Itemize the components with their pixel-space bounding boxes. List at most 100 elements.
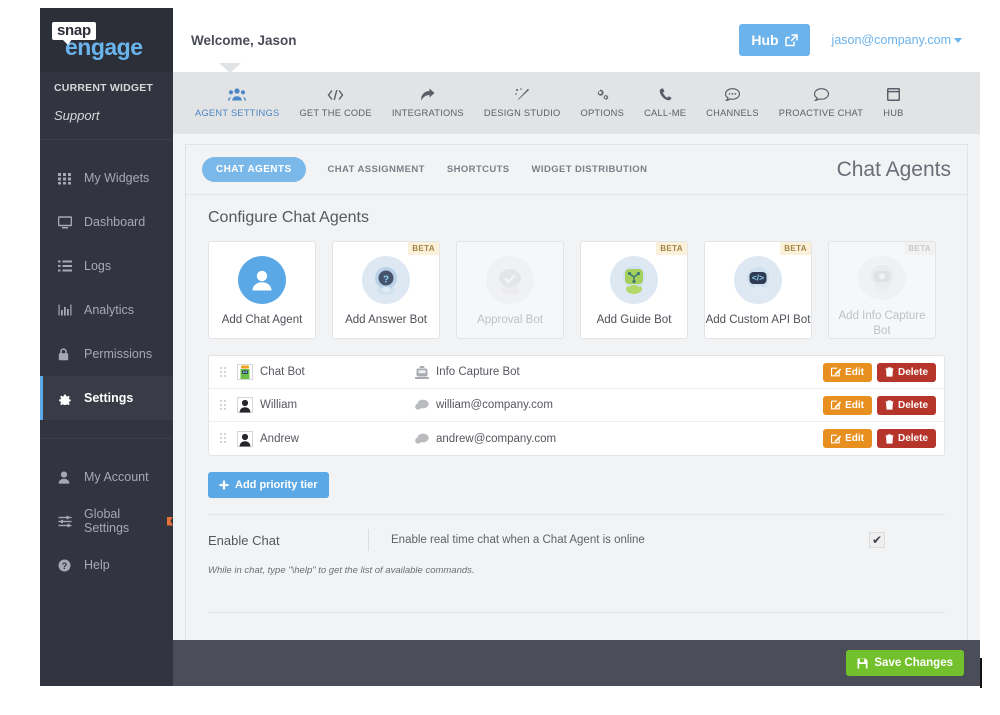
sidebar-item-label: Analytics	[84, 303, 135, 317]
delete-button[interactable]: Delete	[876, 395, 936, 415]
agent-list: Chat Bot Info Capture Bot Edit Delete Wi…	[208, 355, 945, 456]
user-icon	[58, 471, 78, 484]
code-icon	[327, 89, 344, 101]
sidebar-item-label: Global Settings	[84, 507, 130, 535]
question-circle-icon: ?	[58, 559, 78, 572]
sidebar-item-dashboard[interactable]: Dashboard	[40, 200, 173, 244]
enable-chat-row: Enable Chat Enable real time chat when a…	[208, 515, 945, 565]
agent-contact-text: andrew@company.com	[436, 432, 557, 445]
edit-button[interactable]: Edit	[823, 429, 872, 448]
trash-icon	[885, 367, 894, 377]
tab-get-the-code[interactable]: GET THE CODE	[289, 89, 381, 118]
table-row[interactable]: Andrew andrew@company.com Edit Delete	[209, 422, 944, 455]
tab-design-studio[interactable]: DESIGN STUDIO	[474, 88, 571, 118]
svg-text:</>: </>	[752, 273, 764, 283]
tab-options[interactable]: OPTIONS	[571, 88, 635, 118]
add-priority-tier-button[interactable]: Add priority tier	[208, 472, 329, 498]
sidebar-item-analytics[interactable]: Analytics	[40, 288, 173, 332]
tab-proactive-chat[interactable]: PROACTIVE CHAT	[769, 88, 873, 118]
sidebar-item-settings[interactable]: Settings	[40, 376, 173, 420]
sliders-icon	[58, 515, 78, 528]
drag-handle-icon[interactable]	[219, 432, 228, 445]
robot-small-icon	[415, 365, 429, 379]
card-add-custom-api-bot[interactable]: BETA </> Add Custom API Bot	[704, 241, 812, 339]
sidebar-item-my-widgets[interactable]: My Widgets	[40, 156, 173, 200]
sidebar: snap engage CURRENT WIDGET Support My Wi…	[40, 8, 173, 686]
table-row[interactable]: Chat Bot Info Capture Bot Edit Delete	[209, 356, 944, 389]
drag-handle-icon[interactable]	[219, 398, 228, 412]
sidebar-item-permissions[interactable]: Permissions	[40, 332, 173, 376]
beta-badge: BETA	[780, 242, 811, 255]
phone-icon	[659, 88, 672, 101]
robot-avatar-icon	[236, 364, 253, 381]
current-widget-block: CURRENT WIDGET Support	[40, 72, 173, 140]
main-area: Welcome, Jason Hub jason@company.com AGE…	[173, 8, 980, 686]
enable-chat-checkbox[interactable]: ✔	[869, 532, 885, 548]
beta-badge: BETA	[408, 242, 439, 255]
user-menu[interactable]: jason@company.com	[832, 33, 962, 47]
agent-name: Chat Bot	[260, 366, 305, 378]
tab-label: PROACTIVE CHAT	[778, 108, 864, 118]
edit-pencil-icon	[831, 367, 842, 377]
trash-icon	[885, 400, 894, 410]
subtab-shortcuts[interactable]: SHORTCUTS	[447, 164, 510, 175]
card-label: Approval Bot	[477, 314, 543, 326]
card-add-chat-agent[interactable]: Add Chat Agent	[208, 241, 316, 339]
sidebar-item-label: Dashboard	[84, 215, 146, 229]
sidebar-item-logs[interactable]: Logs	[40, 244, 173, 288]
share-arrow-icon	[420, 88, 435, 101]
card-label: Add Answer Bot	[345, 314, 427, 326]
tab-label: AGENT SETTINGS	[195, 108, 280, 118]
text-cursor	[980, 658, 982, 688]
agent-contact-text: Info Capture Bot	[436, 366, 520, 378]
svg-text:?: ?	[383, 275, 389, 286]
card-add-answer-bot[interactable]: BETA ? Add Answer Bot	[332, 241, 440, 339]
sidebar-item-label: My Account	[84, 470, 149, 484]
enable-chat-label: Enable Chat	[208, 532, 280, 548]
answer-bot-icon: ?	[362, 256, 410, 304]
hub-button[interactable]: Hub	[739, 24, 810, 56]
agent-name: William	[260, 399, 298, 411]
edit-button[interactable]: Edit	[823, 395, 872, 415]
sidebar-item-help[interactable]: ? Help	[40, 543, 173, 587]
logo-snap-text: snap	[52, 21, 96, 45]
current-widget-name[interactable]: Support	[54, 108, 173, 123]
sidebar-item-global-settings[interactable]: Global Settings	[40, 499, 173, 543]
drag-handle-icon[interactable]	[219, 365, 228, 379]
lock-icon	[58, 347, 78, 361]
save-changes-button[interactable]: Save Changes	[846, 650, 964, 676]
app-window: snap engage CURRENT WIDGET Support My Wi…	[40, 8, 980, 686]
sidebar-item-label: Settings	[84, 391, 134, 405]
brand-logo[interactable]: snap engage	[40, 8, 173, 72]
external-link-icon	[784, 33, 798, 47]
guide-bot-icon	[610, 256, 658, 304]
tab-channels[interactable]: CHANNELS	[696, 88, 769, 118]
row-actions: Edit Delete	[823, 362, 936, 382]
beta-badge: BETA	[656, 242, 687, 255]
subtab-chat-assignment[interactable]: CHAT ASSIGNMENT	[328, 164, 425, 175]
custom-api-bot-icon: </>	[734, 256, 782, 304]
tab-agent-settings[interactable]: AGENT SETTINGS	[185, 88, 289, 118]
row-actions: Edit Delete	[823, 395, 936, 415]
chat-bubble-icon	[415, 433, 429, 445]
hub-button-label: Hub	[751, 32, 779, 48]
sidebar-item-my-account[interactable]: My Account	[40, 455, 173, 499]
sidebar-footer-cap	[40, 640, 173, 686]
card-add-guide-bot[interactable]: BETA Add Guide Bot	[580, 241, 688, 339]
tab-call-me[interactable]: CALL-ME	[634, 88, 696, 118]
delete-button[interactable]: Delete	[876, 429, 936, 448]
tab-integrations[interactable]: INTEGRATIONS	[382, 88, 474, 118]
subtab-widget-distribution[interactable]: WIDGET DISTRIBUTION	[532, 164, 648, 175]
delete-button[interactable]: Delete	[876, 362, 936, 382]
tab-label: HUB	[883, 108, 904, 118]
subtab-chat-agents[interactable]: CHAT AGENTS	[202, 157, 306, 182]
table-row[interactable]: William william@company.com Edit Delete	[209, 389, 944, 422]
tab-hub[interactable]: HUB	[873, 88, 913, 118]
edit-button[interactable]: Edit	[823, 362, 872, 382]
sidebar-item-label: My Widgets	[84, 171, 150, 185]
card-label: Add Guide Bot	[596, 314, 672, 326]
content-region: CHAT AGENTS CHAT ASSIGNMENT SHORTCUTS WI…	[173, 134, 980, 640]
edit-button-label: Edit	[845, 399, 864, 411]
agent-contact: william@company.com	[415, 399, 553, 411]
edit-pencil-icon	[831, 434, 842, 444]
